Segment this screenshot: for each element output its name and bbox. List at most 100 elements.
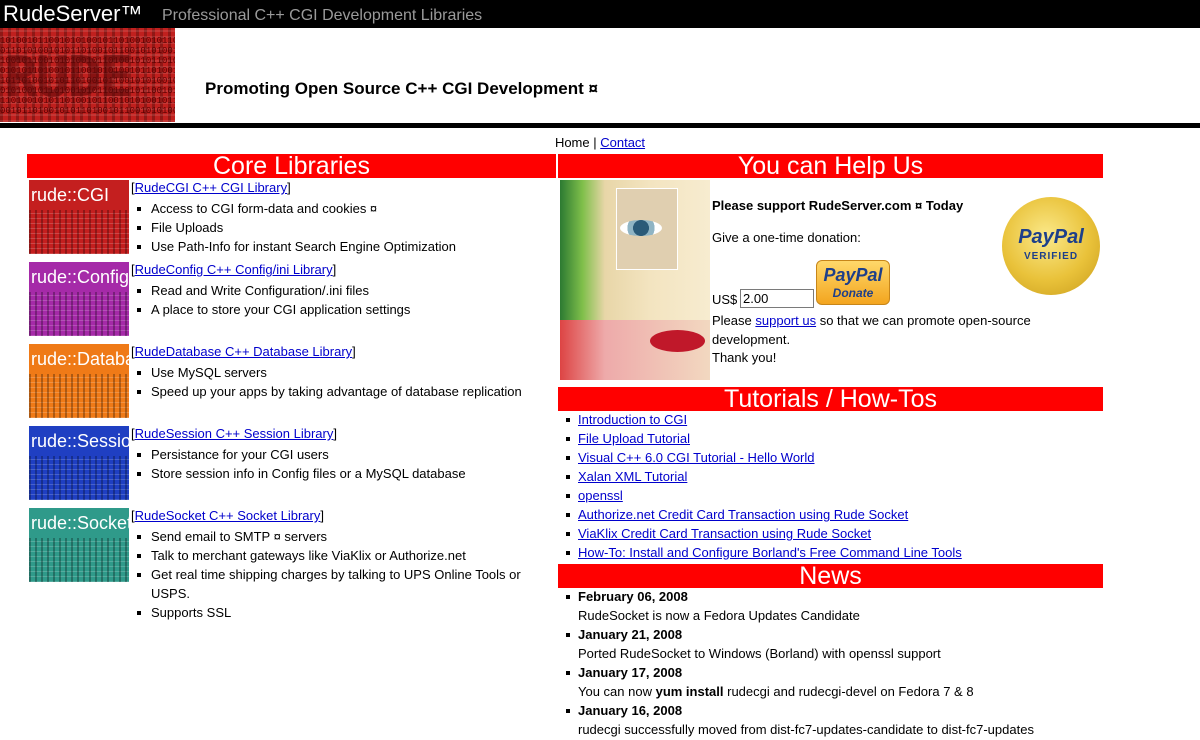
news-item: January 17, 2008 You can now yum install…	[566, 663, 1096, 701]
library-title: [RudeSession C++ Session Library]	[131, 426, 337, 441]
support-prefix: Please	[712, 313, 756, 328]
news-text: Ported RudeSocket to Windows (Borland) w…	[578, 646, 941, 661]
brand-title: RudeServer™	[3, 1, 143, 26]
seal-word: PayPal	[1018, 226, 1084, 248]
rudeconfig-link[interactable]: RudeConfig C++ Config/ini Library	[135, 262, 333, 277]
rude-config-image[interactable]: rude::Config	[29, 262, 129, 336]
list-item: Introduction to CGI	[566, 410, 1096, 429]
nav-contact-link[interactable]: Contact	[600, 135, 645, 150]
rudesocket-link[interactable]: RudeSocket C++ Socket Library	[135, 508, 321, 523]
tutorials-list: Introduction to CGI File Upload Tutorial…	[566, 410, 1096, 562]
library-image-label: rude::Session	[31, 431, 129, 451]
news-list: February 06, 2008 RudeSocket is now a Fe…	[566, 587, 1096, 739]
tutorials-header: Tutorials / How-Tos	[558, 387, 1103, 412]
donate-button-label: Donate	[832, 286, 874, 300]
tutorial-link[interactable]: Visual C++ 6.0 CGI Tutorial - Hello Worl…	[578, 450, 815, 465]
support-us-link[interactable]: support us	[755, 313, 816, 328]
paypal-donate-button[interactable]: PayPal Donate	[816, 260, 890, 305]
rudecgi-link[interactable]: RudeCGI C++ CGI Library	[135, 180, 287, 195]
feature-list: Persistance for your CGI users Store ses…	[137, 445, 537, 483]
top-nav: Home | Contact	[0, 135, 1200, 150]
core-libraries-header: Core Libraries	[27, 154, 556, 179]
rudesession-link[interactable]: RudeSession C++ Session Library	[135, 426, 334, 441]
donate-button-logo: PayPal	[823, 265, 883, 285]
rudedatabase-link[interactable]: RudeDatabase C++ Database Library	[135, 344, 353, 359]
tutorial-link[interactable]: Authorize.net Credit Card Transaction us…	[578, 507, 908, 522]
list-item: File Upload Tutorial	[566, 429, 1096, 448]
news-item: January 16, 2008 rudecgi successfully mo…	[566, 701, 1096, 739]
news-date: February 06, 2008	[578, 589, 688, 604]
donation-face-image	[560, 180, 710, 380]
support-headline: Please support RudeServer.com ¤ Today	[712, 198, 964, 213]
feature-item: Talk to merchant gateways like ViaKlix o…	[137, 546, 537, 565]
tutorial-link[interactable]: openssl	[578, 488, 623, 503]
list-item: openssl	[566, 486, 1096, 505]
list-item: Authorize.net Credit Card Transaction us…	[566, 505, 1096, 524]
library-image-label: rude::CGI	[31, 185, 110, 205]
library-image-label: rude::Config	[31, 267, 129, 287]
support-paragraph: Please support us so that we can promote…	[712, 311, 1042, 349]
feature-list: Access to CGI form-data and cookies ¤ Fi…	[137, 199, 537, 256]
rude-socket-image[interactable]: rude::Socket	[29, 508, 129, 582]
feature-item: Use MySQL servers	[137, 363, 537, 382]
news-item: February 06, 2008 RudeSocket is now a Fe…	[566, 587, 1096, 625]
library-image-label: rude::Database	[31, 349, 129, 369]
eye-graphic	[620, 220, 662, 236]
site-logo[interactable]: 1010010110010101001011010010101101001011…	[0, 28, 175, 122]
list-item: ViaKlix Credit Card Transaction using Ru…	[566, 524, 1096, 543]
feature-list: Send email to SMTP ¤ servers Talk to mer…	[137, 527, 537, 622]
logo-wordmark: RUDE	[4, 45, 133, 110]
library-config: rude::Config [RudeConfig C++ Config/ini …	[29, 262, 554, 342]
library-database: rude::Database [RudeDatabase C++ Databas…	[29, 344, 554, 424]
feature-item: Store session info in Config files or a …	[137, 464, 537, 483]
news-text: rudecgi successfully moved from dist-fc7…	[578, 722, 1034, 737]
feature-item: File Uploads	[137, 218, 537, 237]
brand-tagline: Professional C++ CGI Development Librari…	[162, 7, 483, 24]
donation-amount-input[interactable]	[740, 289, 814, 308]
tutorial-link[interactable]: ViaKlix Credit Card Transaction using Ru…	[578, 526, 871, 541]
thank-you-text: Thank you!	[712, 350, 777, 365]
news-date: January 21, 2008	[578, 627, 683, 642]
nav-separator: |	[589, 135, 601, 150]
news-text: You can now yum install rudecgi and rude…	[578, 684, 974, 699]
rude-cgi-image[interactable]: rude::CGI	[29, 180, 129, 254]
header-divider	[0, 123, 1200, 128]
donation-prompt: Give a one-time donation:	[712, 230, 861, 245]
tutorial-link[interactable]: How-To: Install and Configure Borland's …	[578, 545, 962, 560]
news-text: RudeSocket is now a Fedora Updates Candi…	[578, 608, 860, 623]
tutorial-link[interactable]: Xalan XML Tutorial	[578, 469, 687, 484]
list-item: How-To: Install and Configure Borland's …	[566, 543, 1096, 562]
top-bar: RudeServer™ Professional C++ CGI Develop…	[0, 0, 1200, 28]
currency-label: US$	[712, 292, 738, 307]
feature-item: Supports SSL	[137, 603, 537, 622]
paypal-verified-seal[interactable]: PayPal VERIFIED	[1002, 197, 1100, 295]
news-date: January 16, 2008	[578, 703, 683, 718]
feature-item: Use Path-Info for instant Search Engine …	[137, 237, 537, 256]
tutorial-link[interactable]: Introduction to CGI	[578, 412, 687, 427]
news-date: January 17, 2008	[578, 665, 683, 680]
nav-home[interactable]: Home	[555, 135, 590, 150]
rude-database-image[interactable]: rude::Database	[29, 344, 129, 418]
rude-session-image[interactable]: rude::Session	[29, 426, 129, 500]
library-title: [RudeSocket C++ Socket Library]	[131, 508, 324, 523]
list-item: Visual C++ 6.0 CGI Tutorial - Hello Worl…	[566, 448, 1096, 467]
seal-sub: VERIFIED	[1023, 251, 1079, 262]
feature-item: Persistance for your CGI users	[137, 445, 537, 464]
library-socket: rude::Socket [RudeSocket C++ Socket Libr…	[29, 508, 554, 628]
feature-item: A place to store your CGI application se…	[137, 300, 537, 319]
library-title: [RudeDatabase C++ Database Library]	[131, 344, 356, 359]
library-title: [RudeConfig C++ Config/ini Library]	[131, 262, 337, 277]
tutorial-link[interactable]: File Upload Tutorial	[578, 431, 690, 446]
library-image-label: rude::Socket	[31, 513, 129, 533]
feature-item: Access to CGI form-data and cookies ¤	[137, 199, 537, 218]
news-header: News	[558, 564, 1103, 589]
feature-list: Read and Write Configuration/.ini files …	[137, 281, 537, 319]
library-cgi: rude::CGI [RudeCGI C++ CGI Library] Acce…	[29, 180, 554, 260]
help-us-header: You can Help Us	[558, 154, 1103, 179]
feature-item: Get real time shipping charges by talkin…	[137, 565, 537, 603]
library-title: [RudeCGI C++ CGI Library]	[131, 180, 291, 195]
list-item: Xalan XML Tutorial	[566, 467, 1096, 486]
library-session: rude::Session [RudeSession C++ Session L…	[29, 426, 554, 506]
lips-graphic	[650, 330, 705, 352]
news-item: January 21, 2008 Ported RudeSocket to Wi…	[566, 625, 1096, 663]
